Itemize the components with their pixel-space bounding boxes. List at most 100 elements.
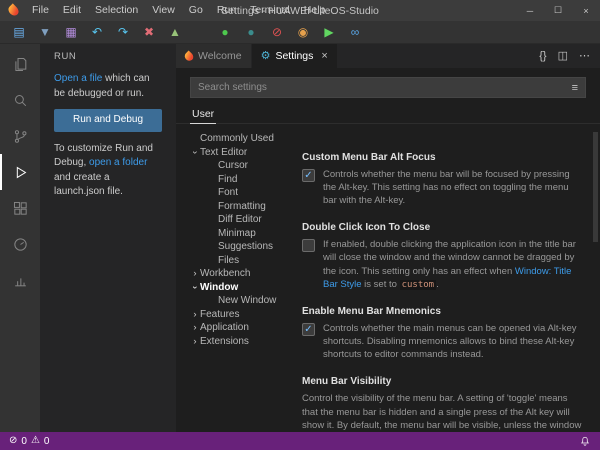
flame-icon	[183, 50, 195, 62]
toc-label: New Window	[218, 295, 276, 306]
open-folder-link[interactable]: open a folder	[89, 157, 147, 168]
description-text: Controls whether the menu bar will be fo…	[323, 169, 570, 206]
close-window-button[interactable]: ×	[572, 0, 600, 21]
toc-item-application[interactable]: ›Application	[190, 321, 292, 335]
menu-view[interactable]: View	[145, 0, 182, 21]
minimize-button[interactable]: ─	[516, 0, 544, 21]
activity-source-control[interactable]	[0, 118, 40, 154]
toc-item-diff-editor[interactable]: Diff Editor	[190, 213, 292, 227]
tab-bar: Welcome ⚙Settings× {} ◫ ⋯	[176, 44, 600, 68]
delete-icon[interactable]: ✖	[142, 26, 156, 38]
code-value: custom	[400, 280, 437, 290]
compile-icon[interactable]: ●	[218, 26, 232, 38]
title-bar: FileEditSelectionViewGoRunTerminalHelp S…	[0, 0, 600, 21]
save-icon[interactable]: ▦	[64, 26, 78, 38]
activity-explorer[interactable]	[0, 46, 40, 82]
checkbox[interactable]	[302, 239, 315, 252]
warning-count: 0	[44, 436, 50, 447]
filter-icon[interactable]: ≡	[572, 82, 578, 94]
toc-item-features[interactable]: ›Features	[190, 308, 292, 322]
menu-go[interactable]: Go	[182, 0, 210, 21]
maximize-button[interactable]: ☐	[544, 0, 572, 21]
settings-editor: Search settings ≡ User Commonly Used›Tex…	[176, 68, 600, 432]
toc-item-new-window[interactable]: New Window	[190, 294, 292, 308]
menu-selection[interactable]: Selection	[88, 0, 145, 21]
activity-monitor[interactable]	[0, 226, 40, 262]
settings-search-input[interactable]: Search settings ≡	[190, 77, 586, 98]
toc-item-font[interactable]: Font	[190, 186, 292, 200]
menu-file[interactable]: File	[25, 0, 56, 21]
search-row: Search settings ≡	[176, 77, 600, 98]
description-text: Controls whether the main menus can be o…	[323, 323, 576, 360]
tab-settings[interactable]: ⚙Settings×	[252, 44, 338, 68]
settings-list: Custom Menu Bar Alt Focus✓Controls wheth…	[292, 130, 600, 432]
toc-item-commonly-used[interactable]: Commonly Used	[190, 132, 292, 146]
toc-label: Cursor	[218, 160, 248, 171]
toc-item-extensions[interactable]: ›Extensions	[190, 335, 292, 349]
toc-label: Formatting	[218, 201, 266, 212]
setting-description: Control the visibility of the menu bar. …	[302, 392, 584, 432]
bar-chart-icon	[12, 272, 29, 289]
redo-icon[interactable]: ↷	[116, 26, 130, 38]
more-actions-icon[interactable]: ⋯	[579, 51, 590, 62]
files-icon	[12, 56, 29, 73]
tab-label: Welcome	[198, 50, 242, 62]
setting-description: If enabled, double clicking the applicat…	[323, 238, 584, 291]
setting-title: Enable Menu Bar Mnemonics	[302, 306, 584, 317]
extensions-icon	[12, 200, 29, 217]
import-icon[interactable]: ▼	[38, 26, 52, 38]
activity-search[interactable]	[0, 82, 40, 118]
search-icon	[12, 92, 29, 109]
menu-edit[interactable]: Edit	[56, 0, 88, 21]
setting-enable-menu-bar-mnemonics: Enable Menu Bar Mnemonics ✓ Controls wheth…	[302, 306, 584, 361]
split-editor-icon[interactable]: ◫	[558, 51, 568, 62]
notifications-bell-icon[interactable]	[579, 435, 591, 447]
run-and-debug-button[interactable]: Run and Debug	[54, 109, 162, 132]
checkbox[interactable]: ✓	[302, 169, 315, 182]
window-title: Settings - HUAWEI-LiteOS-Studio	[221, 5, 379, 17]
open-file-link[interactable]: Open a file	[54, 73, 102, 84]
description-text: .	[436, 279, 439, 290]
scrollbar-thumb[interactable]	[593, 132, 598, 242]
rebuild-icon[interactable]: ●	[244, 26, 258, 38]
toc-item-window[interactable]: ›Window	[190, 281, 292, 295]
tree-expanded-arrow-icon: ›	[190, 282, 201, 292]
toc-item-cursor[interactable]: Cursor	[190, 159, 292, 173]
toc-label: Window	[200, 282, 238, 293]
setting-menu-bar-visibility: Menu Bar VisibilityControl the visibilit…	[302, 376, 584, 432]
toc-item-suggestions[interactable]: Suggestions	[190, 240, 292, 254]
toc-label: Text Editor	[200, 147, 247, 158]
activity-extensions[interactable]	[0, 190, 40, 226]
run-icon[interactable]: ▶	[322, 26, 336, 38]
open-settings-json-icon[interactable]: {}	[539, 51, 546, 62]
setting-custom-menu-bar-alt-focus: Custom Menu Bar Alt Focus✓Controls wheth…	[302, 152, 584, 207]
editor-actions: {} ◫ ⋯	[539, 44, 600, 68]
activity-run-debug[interactable]	[0, 154, 40, 190]
gear-icon: ⚙	[261, 51, 271, 62]
undo-icon[interactable]: ↶	[90, 26, 104, 38]
tree-expanded-arrow-icon: ›	[190, 147, 201, 157]
close-tab-icon[interactable]: ×	[321, 50, 327, 62]
tab-strip: Welcome ⚙Settings×	[176, 44, 338, 68]
checkbox-row: ✓ Controls whether the main menus can be …	[302, 322, 584, 361]
activity-profiler[interactable]	[0, 262, 40, 298]
serial-link-icon[interactable]: ∞	[348, 26, 362, 38]
tab-user-scope[interactable]: User	[190, 105, 216, 124]
tree-collapsed-arrow-icon: ›	[190, 309, 200, 320]
deploy-icon[interactable]: ▲	[168, 26, 182, 38]
run-hint-text: Open a file which can be debugged or run…	[54, 72, 162, 101]
toc-item-formatting[interactable]: Formatting	[190, 200, 292, 214]
stop-build-icon[interactable]: ⊘	[270, 26, 284, 38]
tab-welcome[interactable]: Welcome	[176, 44, 252, 68]
toc-item-workbench[interactable]: ›Workbench	[190, 267, 292, 281]
burn-icon[interactable]: ◉	[296, 26, 310, 38]
toc-item-minimap[interactable]: Minimap	[190, 227, 292, 241]
toc-item-find[interactable]: Find	[190, 173, 292, 187]
toc-item-files[interactable]: Files	[190, 254, 292, 268]
new-file-icon[interactable]: ▤	[12, 26, 26, 38]
setting-description: Controls whether the main menus can be o…	[323, 322, 584, 361]
checkbox[interactable]: ✓	[302, 323, 315, 336]
status-bar: ⊘ 0 ⚠ 0	[0, 432, 600, 450]
problems-indicator[interactable]: ⊘ 0 ⚠ 0	[9, 436, 49, 447]
toc-item-text-editor[interactable]: ›Text Editor	[190, 146, 292, 160]
